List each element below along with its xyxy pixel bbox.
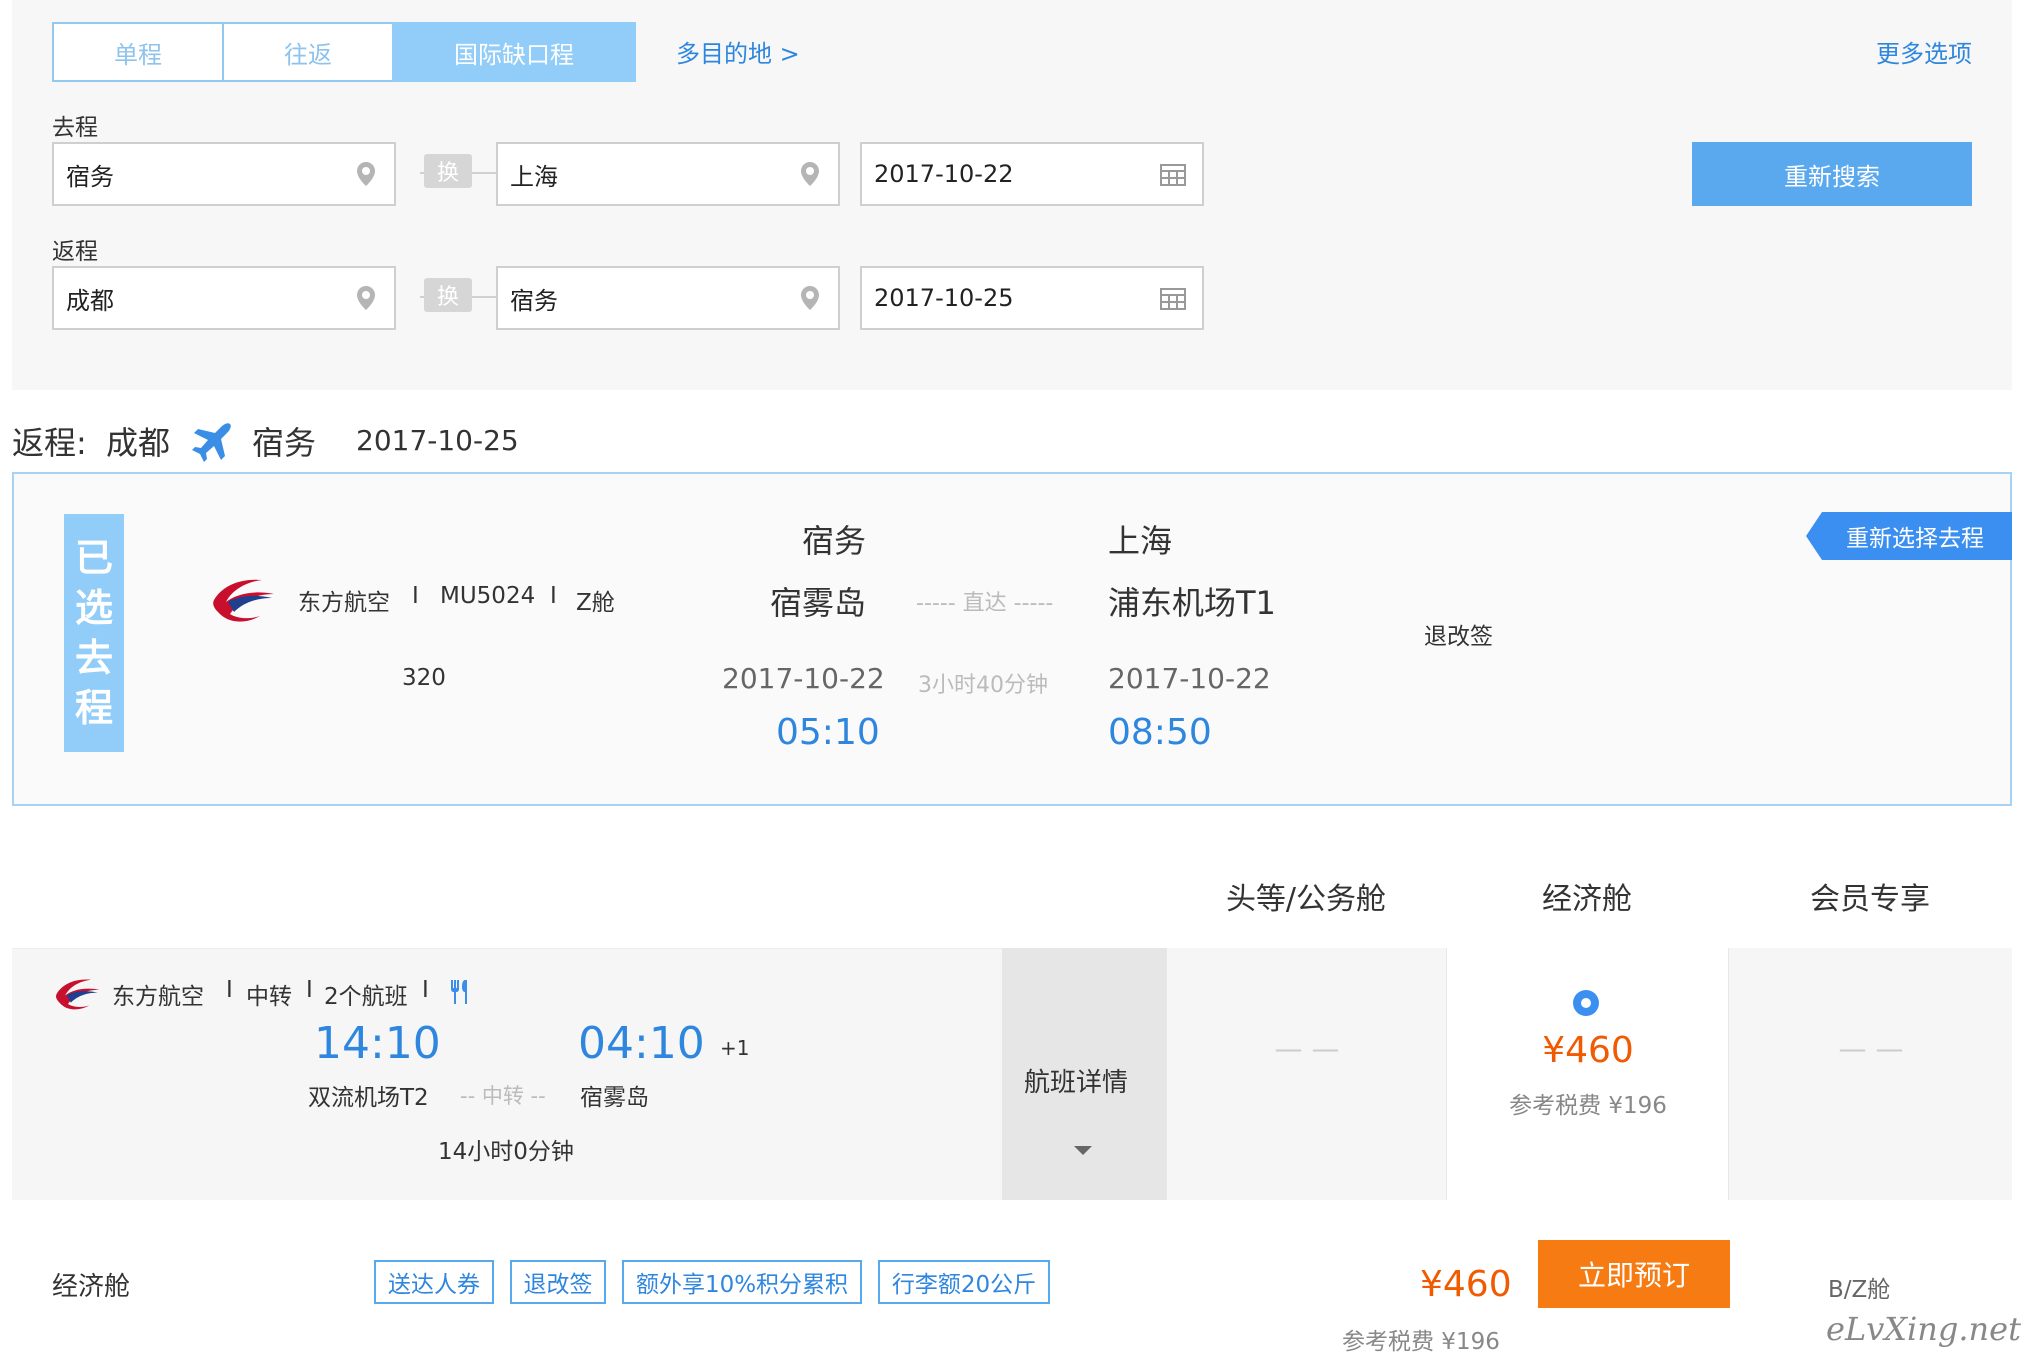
calendar-icon: [1160, 164, 1186, 186]
economy-header: 经济舱: [1542, 882, 1632, 917]
aircraft-type: 320: [402, 665, 446, 691]
tab-open-jaw[interactable]: 国际缺口程: [392, 22, 636, 82]
meal-icon: [451, 980, 467, 1004]
departure-time: 05:10: [776, 712, 880, 753]
flight-dep-time: 14:10: [314, 1018, 441, 1069]
separator: I: [412, 583, 419, 609]
outbound-date-value: 2017-10-22: [874, 160, 1014, 188]
selected-cabin: Z舱: [576, 590, 615, 616]
return-to-value: 宿务: [510, 286, 558, 315]
watermark: eLvXing.net: [1826, 1310, 2021, 1348]
book-now-button[interactable]: 立即预订: [1538, 1240, 1730, 1308]
departure-city: 宿务: [802, 522, 867, 560]
outbound-from-input[interactable]: 宿务: [52, 142, 396, 206]
airplane-icon: [192, 423, 231, 462]
china-eastern-logo-icon: [213, 579, 274, 622]
fare-price: ¥460: [1420, 1264, 1512, 1305]
first-business-header: 头等/公务舱: [1225, 882, 1387, 917]
member-header: 会员专享: [1810, 882, 1930, 917]
return-label: 返程: [52, 239, 98, 265]
tag-char: 已: [74, 536, 113, 580]
flight-total-duration: 14小时0分钟: [438, 1139, 574, 1165]
flight-airline: 东方航空: [112, 984, 204, 1010]
selected-outbound-card: [12, 472, 2012, 806]
flight-details-toggle[interactable]: 航班详情: [1002, 948, 1166, 1200]
return-from-input[interactable]: 成都: [52, 266, 396, 330]
selected-flight-number: MU5024: [440, 583, 536, 609]
first-class-price-cell: — —: [1166, 948, 1446, 1200]
tab-one-way[interactable]: 单程: [52, 22, 224, 82]
fare-cabin-label: 经济舱: [52, 1272, 131, 1302]
separator: I: [550, 583, 557, 609]
selected-airline: 东方航空: [298, 590, 390, 616]
flight-details-label: 航班详情: [1024, 1068, 1129, 1098]
arrival-time: 08:50: [1108, 712, 1212, 753]
fare-tax: 参考税费 ¥196: [1342, 1329, 1500, 1355]
flight-count: 2个航班: [324, 984, 408, 1010]
return-date-input[interactable]: 2017-10-25: [860, 266, 1204, 330]
research-button[interactable]: 重新搜索: [1692, 142, 1972, 206]
economy-tax: 参考税费 ¥196: [1509, 1093, 1667, 1119]
radio-selected-icon[interactable]: [1571, 988, 1601, 1018]
location-pin-icon: [357, 162, 375, 186]
flight-arr-airport: 宿雾岛: [580, 1085, 649, 1111]
next-day-indicator: +1: [720, 1036, 750, 1060]
chevron-down-icon: [1074, 1146, 1092, 1155]
transfer-label: -- 中转 --: [460, 1084, 546, 1108]
first-class-price: — —: [1274, 1032, 1340, 1065]
return-header-prefix: 返程:: [12, 424, 87, 462]
departure-date: 2017-10-22: [722, 662, 885, 695]
return-from-value: 成都: [66, 286, 114, 315]
swap-button[interactable]: 换: [424, 278, 472, 312]
return-date-value: 2017-10-25: [874, 284, 1014, 312]
swap-button[interactable]: 换: [424, 154, 472, 188]
fare-class: B/Z舱: [1828, 1277, 1891, 1303]
tab-round-trip[interactable]: 往返: [222, 22, 394, 82]
separator: I: [422, 977, 429, 1003]
location-pin-icon: [801, 162, 819, 186]
arrival-airport: 浦东机场T1: [1108, 584, 1276, 622]
flight-arr-time: 04:10: [578, 1018, 705, 1069]
badge-extra-points[interactable]: 额外享10%积分累积: [622, 1260, 862, 1304]
outbound-label: 去程: [52, 115, 98, 141]
transfer-type: 中转: [246, 984, 292, 1010]
arrival-date: 2017-10-22: [1108, 662, 1271, 695]
economy-price: ¥460: [1542, 1030, 1634, 1071]
economy-price-cell[interactable]: ¥460 参考税费 ¥196: [1446, 948, 1728, 1200]
direct-label: ----- 直达 -----: [916, 591, 1054, 616]
return-to-input[interactable]: 宿务: [496, 266, 840, 330]
china-eastern-logo-icon: [56, 979, 100, 1010]
outbound-from-value: 宿务: [66, 162, 114, 191]
outbound-date-input[interactable]: 2017-10-22: [860, 142, 1204, 206]
location-pin-icon: [357, 286, 375, 310]
arrival-city: 上海: [1108, 522, 1173, 560]
tag-char: 程: [74, 686, 113, 730]
calendar-icon: [1160, 288, 1186, 310]
badge-baggage[interactable]: 行李额20公斤: [878, 1260, 1050, 1304]
more-options-link[interactable]: 更多选项: [1876, 34, 1972, 69]
member-price-cell: — —: [1728, 948, 2012, 1200]
return-header-date: 2017-10-25: [356, 424, 519, 457]
badge-voucher[interactable]: 送达人券: [374, 1260, 494, 1304]
badge-refund-change[interactable]: 退改签: [510, 1260, 606, 1304]
flight-duration: 3小时40分钟: [918, 673, 1048, 698]
separator: I: [226, 977, 233, 1003]
flight-dep-airport: 双流机场T2: [308, 1085, 429, 1111]
outbound-to-input[interactable]: 上海: [496, 142, 840, 206]
return-header-from: 成都: [106, 424, 171, 462]
outbound-to-value: 上海: [510, 162, 558, 191]
tag-char: 选: [74, 586, 113, 630]
multi-destination-link[interactable]: 多目的地 >: [676, 34, 800, 69]
separator: I: [306, 977, 313, 1003]
tag-char: 去: [74, 636, 113, 680]
member-price: — —: [1838, 1032, 1904, 1065]
selected-outbound-tag: 已 选 去 程: [64, 514, 124, 752]
reselect-outbound-button[interactable]: 重新选择去程: [1806, 512, 2012, 560]
return-header-to: 宿务: [252, 424, 317, 462]
departure-airport: 宿雾岛: [770, 584, 867, 622]
refund-change-link[interactable]: 退改签: [1424, 617, 1493, 651]
location-pin-icon: [801, 286, 819, 310]
